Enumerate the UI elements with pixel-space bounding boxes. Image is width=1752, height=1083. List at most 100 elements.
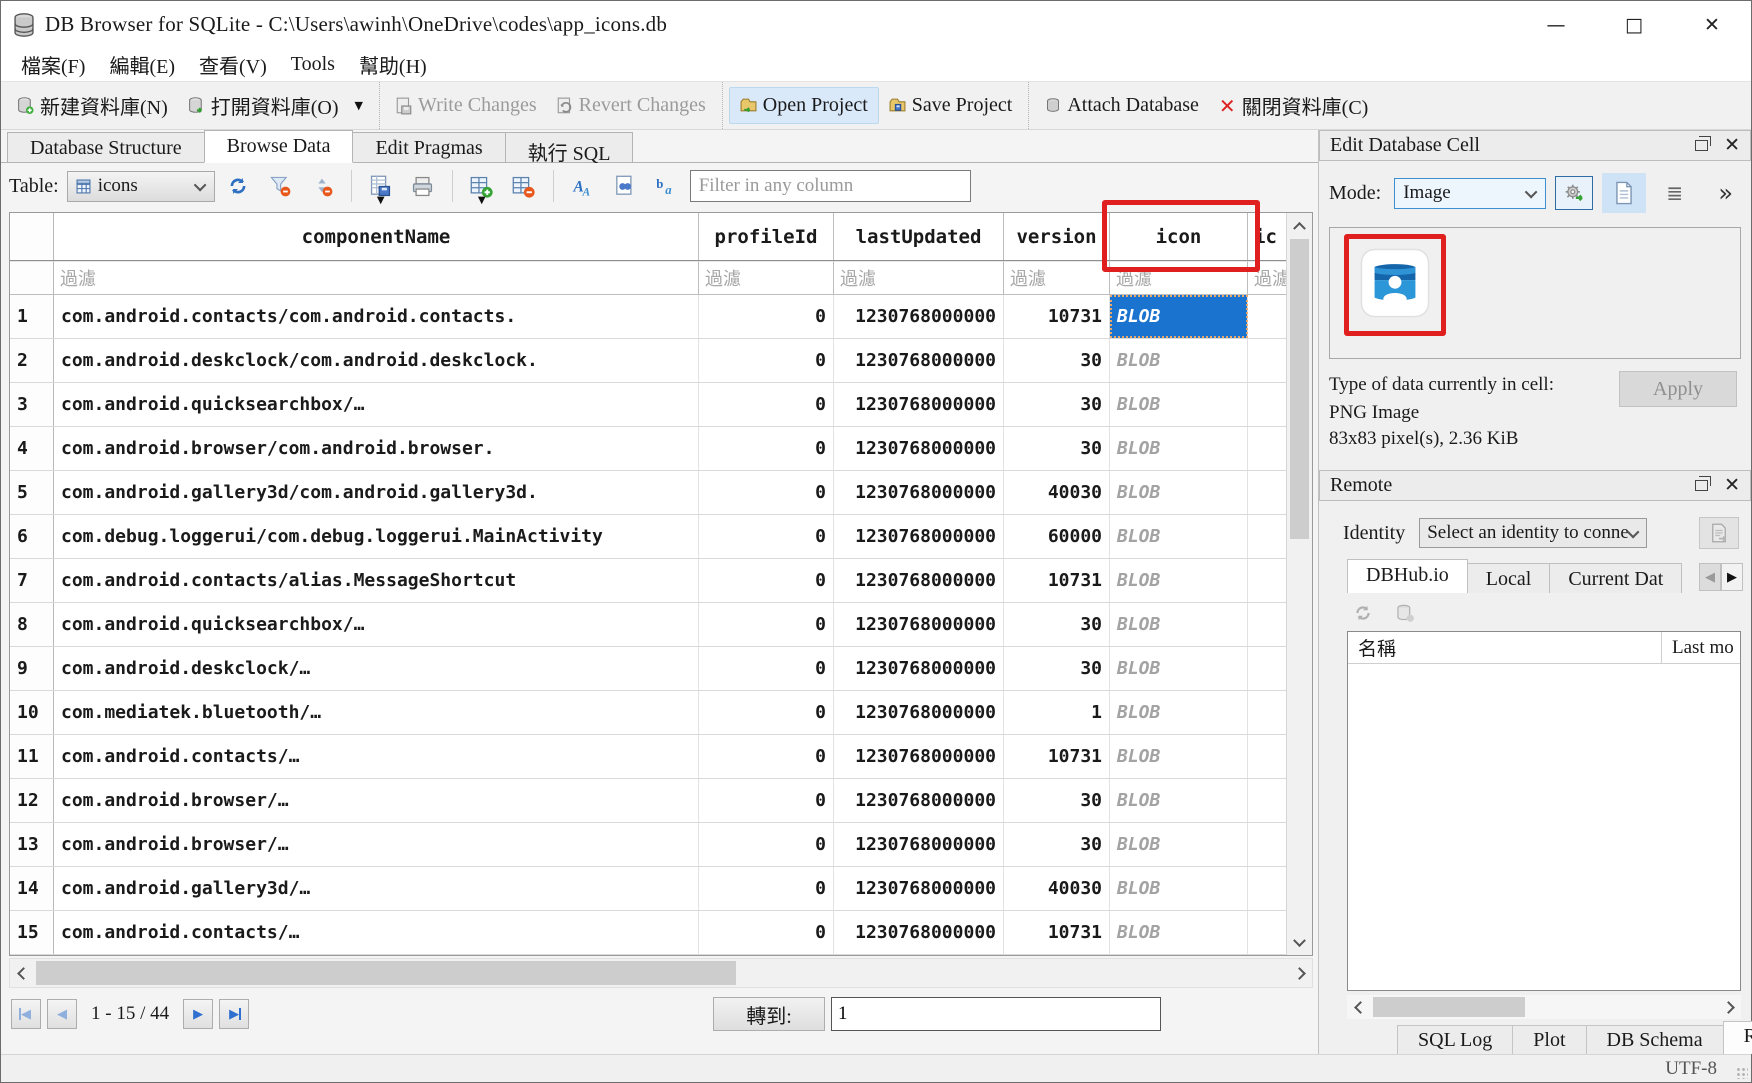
cell-lastUpdated[interactable]: 1230768000000 [834,911,1004,954]
tab-scroll-left-button[interactable]: ◀ [1699,563,1721,591]
save-project-button[interactable]: Save Project [879,88,1023,123]
tab-database-structure[interactable]: Database Structure [7,132,205,162]
cell-version[interactable]: 30 [1004,823,1110,866]
maximize-button[interactable]: □ [1595,1,1673,48]
open-project-button[interactable]: Open Project [729,87,879,124]
header-componentName[interactable]: componentName [54,213,699,260]
float-panel-icon[interactable] [1695,480,1708,491]
revert-changes-button[interactable]: Revert Changes [547,88,716,123]
cell-componentName[interactable]: com.debug.loggerui/com.debug.loggerui.Ma… [54,515,699,558]
mode-select[interactable]: Image [1394,178,1546,209]
horizontal-scroll-thumb[interactable] [36,961,736,985]
cell-componentName[interactable]: com.android.contacts/com.android.contact… [54,295,699,338]
cell-componentName[interactable]: com.android.contacts/… [54,735,699,778]
cell-icon-blob[interactable]: BLOB [1110,339,1248,382]
open-database-button[interactable]: 打開資料庫(O) ▼ [178,85,373,126]
cell-profileId[interactable]: 0 [699,779,834,822]
more-tools-chevron-icon[interactable]: » [1718,179,1741,207]
goto-button[interactable]: 轉到: [713,997,825,1031]
cell-icon-blob[interactable]: BLOB [1110,779,1248,822]
cell-componentName[interactable]: com.mediatek.bluetooth/… [54,691,699,734]
import-data-button[interactable] [1555,176,1593,210]
cell-icon-blob[interactable]: BLOB [1110,823,1248,866]
cell-extra[interactable] [1248,515,1286,558]
import-certificate-button[interactable] [1699,517,1739,549]
open-database-dropdown-arrow[interactable]: ▼ [355,99,363,112]
tab-scroll-right-button[interactable]: ▶ [1721,563,1743,591]
row-number[interactable]: 10 [10,691,54,734]
cell-lastUpdated[interactable]: 1230768000000 [834,295,1004,338]
cell-lastUpdated[interactable]: 1230768000000 [834,515,1004,558]
cell-componentName[interactable]: com.android.browser/com.android.browser. [54,427,699,470]
cell-icon-blob[interactable]: BLOB [1110,911,1248,954]
horizontal-scrollbar[interactable] [9,958,1313,988]
filter-version[interactable]: 過濾 [1004,261,1110,294]
tab-plot[interactable]: Plot [1512,1025,1586,1054]
cell-extra[interactable] [1248,295,1286,338]
filter-lastUpdated[interactable]: 過濾 [834,261,1004,294]
cell-componentName[interactable]: com.android.browser/… [54,823,699,866]
row-number[interactable]: 13 [10,823,54,866]
row-number[interactable]: 3 [10,383,54,426]
cell-extra[interactable] [1248,427,1286,470]
menu-tools[interactable]: Tools [279,51,347,78]
first-page-button[interactable]: ◀ [11,999,41,1029]
cell-componentName[interactable]: com.android.gallery3d/com.android.galler… [54,471,699,514]
cell-profileId[interactable]: 0 [699,823,834,866]
cell-lastUpdated[interactable]: 1230768000000 [834,383,1004,426]
tab-dbhub[interactable]: DBHub.io [1347,559,1468,593]
cell-icon-blob[interactable]: BLOB [1110,383,1248,426]
minimize-button[interactable]: — [1517,1,1595,48]
scroll-right-button[interactable] [1715,995,1741,1019]
identity-select[interactable]: Select an identity to conne [1419,518,1647,548]
cell-version[interactable]: 10731 [1004,735,1110,778]
menu-edit[interactable]: 編輯(E) [97,48,187,81]
cell-version[interactable]: 10731 [1004,295,1110,338]
cell-version[interactable]: 40030 [1004,471,1110,514]
row-number[interactable]: 2 [10,339,54,382]
tab-browse-data[interactable]: Browse Data [204,130,354,163]
cell-lastUpdated[interactable]: 1230768000000 [834,647,1004,690]
close-button[interactable]: ✕ [1673,1,1751,48]
cell-profileId[interactable]: 0 [699,383,834,426]
cell-lastUpdated[interactable]: 1230768000000 [834,603,1004,646]
encoding-indicator[interactable]: UTF-8 [1665,1058,1717,1080]
cell-extra[interactable] [1248,823,1286,866]
resize-grip[interactable] [1736,1067,1748,1079]
cell-profileId[interactable]: 0 [699,471,834,514]
cell-icon-blob[interactable]: BLOB [1110,295,1248,338]
clear-filters-button[interactable] [261,168,299,204]
tab-remote[interactable]: Remote [1723,1021,1752,1054]
new-database-button[interactable]: 新建資料庫(N) [7,85,178,126]
filter-componentName[interactable]: 過濾 [54,261,699,294]
row-number[interactable]: 5 [10,471,54,514]
tab-current-database[interactable]: Current Dat [1549,563,1682,593]
cell-icon-blob[interactable]: BLOB [1110,735,1248,778]
tab-sql-log[interactable]: SQL Log [1397,1025,1513,1054]
close-panel-icon[interactable]: ✕ [1724,476,1740,495]
row-number[interactable]: 6 [10,515,54,558]
cell-icon-blob[interactable]: BLOB [1110,515,1248,558]
header-icon[interactable]: icon [1110,213,1248,260]
cell-extra[interactable] [1248,867,1286,910]
save-view-button[interactable]: ▼ [362,168,400,204]
cell-componentName[interactable]: com.android.contacts/… [54,911,699,954]
tab-db-schema[interactable]: DB Schema [1586,1025,1724,1054]
cell-extra[interactable] [1248,471,1286,514]
cell-profileId[interactable]: 0 [699,427,834,470]
refresh-button[interactable] [219,168,257,204]
cell-version[interactable]: 10731 [1004,911,1110,954]
cell-lastUpdated[interactable]: 1230768000000 [834,559,1004,602]
float-panel-icon[interactable] [1695,140,1708,151]
cell-componentName[interactable]: com.android.deskclock/… [54,647,699,690]
cell-lastUpdated[interactable]: 1230768000000 [834,427,1004,470]
cell-componentName[interactable]: com.android.browser/… [54,779,699,822]
save-view-dropdown-arrow[interactable]: ▼ [377,195,385,206]
filter-icon[interactable]: 過濾 [1110,261,1248,294]
cell-componentName[interactable]: com.android.deskclock/com.android.deskcl… [54,339,699,382]
tab-execute-sql[interactable]: 執行 SQL [505,132,634,162]
scroll-left-button[interactable] [10,959,36,987]
cell-lastUpdated[interactable]: 1230768000000 [834,735,1004,778]
cell-extra[interactable] [1248,779,1286,822]
cell-icon-blob[interactable]: BLOB [1110,647,1248,690]
